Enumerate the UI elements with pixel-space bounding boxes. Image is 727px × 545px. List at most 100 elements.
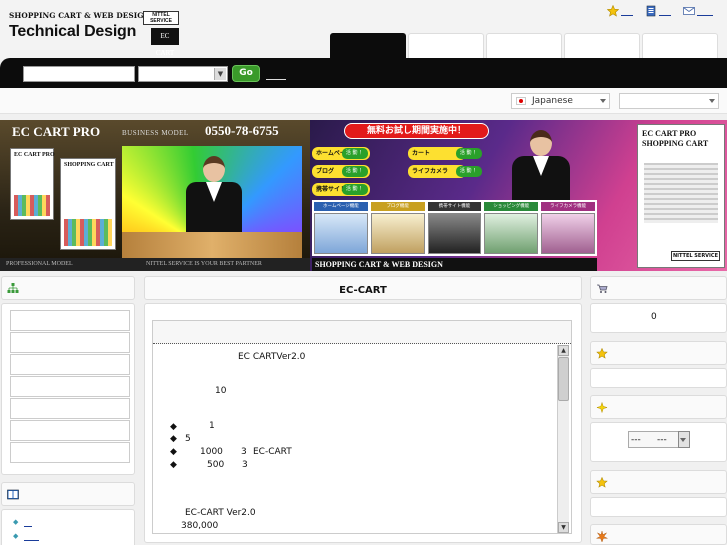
category-item[interactable] — [10, 420, 130, 441]
bookmark-link[interactable] — [607, 5, 633, 17]
scroll-down-arrow-icon[interactable]: ▼ — [558, 522, 569, 533]
star-icon — [596, 477, 608, 488]
star-icon — [596, 348, 608, 359]
banner-menu-homepage-go: 活 動 ！ — [342, 148, 368, 159]
language-select[interactable]: Japanese — [511, 93, 610, 109]
category-item[interactable] — [10, 376, 130, 397]
feature-thumb-image — [314, 213, 368, 254]
list-bullet: ◆ — [13, 532, 19, 540]
recommend-header — [590, 341, 727, 365]
banner-phone: 0550-78-6755 — [205, 123, 279, 138]
feature-line-3c: EC-CART — [253, 447, 292, 457]
category-item[interactable] — [10, 310, 130, 331]
list-bullet: ◆ — [170, 422, 177, 432]
banner-menu-row-2: ブログ 活 動 ！ ライフカメラ 活 動 ！ — [312, 165, 488, 178]
feature-thumb: ブログ機能 — [370, 202, 425, 254]
banner-bottom-left-2: NITTEL SERVICE IS YOUR BEST PARTNER — [146, 261, 262, 267]
product-version: EC-CART Ver2.0 — [185, 508, 256, 518]
product-description-scroll[interactable]: EC CARTVer2.0 10 ◆ 1 ◆ 5 ◆ 1000 3 EC-CAR… — [153, 344, 571, 534]
logo-tagline: SHOPPING CART & WEB DESIGN — [9, 11, 151, 20]
product-price: 380,000 — [181, 521, 219, 531]
tab-3[interactable] — [486, 33, 562, 60]
contact-link-text[interactable] — [697, 6, 713, 16]
nittel-logo: NITTEL SERVICE — [143, 11, 179, 25]
price-filter-select[interactable]: --- --- — [628, 431, 680, 448]
sitemap-link-text[interactable] — [659, 6, 671, 16]
product-box-right-sub: SHOPPING CART — [642, 139, 709, 148]
document-icon — [646, 5, 656, 17]
content-scrollbar[interactable]: ▲ ▼ — [557, 345, 569, 533]
ec-cart-badge: EC CART — [151, 28, 179, 57]
category-item[interactable] — [10, 398, 130, 419]
sitemap-link[interactable] — [645, 5, 671, 17]
search-category-select[interactable]: ▼ — [138, 66, 228, 82]
banner-menu-cart-go: 活 動 ！ — [456, 148, 482, 159]
star-icon — [607, 5, 619, 17]
product-box-right-title: EC CART PRO — [642, 129, 697, 138]
product-box-title: EC CART PRO — [14, 152, 55, 158]
product-description-box: EC CARTVer2.0 10 ◆ 1 ◆ 5 ◆ 1000 3 EC-CAR… — [152, 320, 572, 534]
chevron-down-icon: ▼ — [214, 68, 226, 80]
feature-thumb-image — [427, 213, 482, 254]
person2-head — [530, 130, 552, 156]
site-logo[interactable]: SHOPPING CART & WEB DESIGN Technical Des… — [9, 11, 179, 57]
scroll-up-arrow-icon[interactable]: ▲ — [558, 345, 569, 356]
category-item[interactable] — [10, 442, 130, 463]
info-link-2[interactable] — [24, 532, 39, 541]
search-go-button[interactable]: Go — [232, 65, 260, 82]
info-links: ◆ ◆ — [1, 509, 135, 545]
banner-title: EC CART PRO — [12, 124, 101, 139]
feature-line-4b: 3 — [242, 460, 248, 470]
category-item[interactable] — [10, 354, 130, 375]
search-input[interactable] — [23, 66, 135, 82]
free-trial-badge: 無料お試し期間実施中！ — [344, 123, 489, 139]
feature-thumb: ショッピング機能 — [484, 202, 539, 254]
bookmark-link-text[interactable] — [621, 6, 633, 16]
banner-menu-mobile-go: 活 動 ！ — [342, 184, 368, 195]
banner-menu-row-1: ホームページ 活 動 ！ カート 活 動 ！ — [312, 147, 488, 160]
feature-thumb-image — [484, 213, 539, 254]
price-filter-panel: --- --- — [590, 422, 727, 462]
product-box-right-logo: NITTEL SERVICE — [670, 251, 720, 261]
feature-line-3b: 3 — [241, 447, 247, 457]
feature-thumb-caption: ライフカメラ機能 — [541, 202, 595, 211]
scroll-thumb[interactable] — [558, 357, 569, 401]
feature-line-4: 500 — [207, 460, 225, 470]
tab-1[interactable] — [330, 33, 406, 60]
feature-line-2: 5 — [185, 434, 191, 444]
product-box-large: SHOPPING CART — [60, 158, 116, 250]
banner-menu-row-3: 携帯サイト 活 動 ！ — [312, 183, 488, 196]
info-link-1[interactable] — [24, 518, 32, 527]
ranking-panel — [590, 497, 727, 517]
product-box-right: EC CART PRO SHOPPING CART NITTEL SERVICE — [637, 124, 725, 268]
main-title-bar: EC-CART — [144, 276, 582, 300]
price-filter-dropdown-button[interactable] — [678, 431, 690, 448]
banner-bottom-left: PROFESSIONAL MODEL NITTEL SERVICE IS YOU… — [0, 258, 310, 271]
category-item[interactable] — [10, 332, 130, 353]
contact-link[interactable] — [683, 5, 713, 17]
feature-line-3: 1000 — [200, 447, 223, 457]
feature-thumbnails: ホームページ機能 ブログ機能 携帯サイト機能 ショッピング機能 ライフカメラ機能 — [312, 200, 597, 256]
currency-select[interactable] — [619, 93, 719, 109]
search-bar: ▼ Go — [0, 58, 727, 88]
tab-5[interactable] — [642, 33, 718, 60]
burst-icon — [596, 531, 608, 542]
tab-4[interactable] — [564, 33, 640, 60]
advanced-search-link[interactable] — [266, 70, 286, 80]
product-heading: EC CARTVer2.0 — [238, 352, 306, 362]
language-bar: Japanese — [0, 88, 727, 114]
tab-2[interactable] — [408, 33, 484, 60]
product-box-large-title: SHOPPING CART — [64, 162, 114, 168]
feature-thumb: ホームページ機能 — [314, 202, 368, 254]
product-box-right-art — [644, 163, 718, 223]
banner-right: 無料お試し期間実施中！ ホームページ 活 動 ！ カート 活 動 ！ ブログ 活… — [310, 120, 727, 271]
feature-thumb-caption: ショッピング機能 — [484, 202, 539, 211]
promo-banner[interactable]: EC CART PRO BUSINESS MODEL 0550-78-6755 … — [0, 120, 727, 271]
product-box-large-art — [64, 219, 112, 246]
search-panel-header — [590, 395, 727, 419]
top-links — [607, 5, 713, 17]
mail-icon — [683, 7, 695, 15]
list-bullet: ◆ — [170, 434, 177, 444]
chevron-down-icon — [600, 99, 606, 103]
logo-name: Technical Design — [9, 23, 137, 40]
